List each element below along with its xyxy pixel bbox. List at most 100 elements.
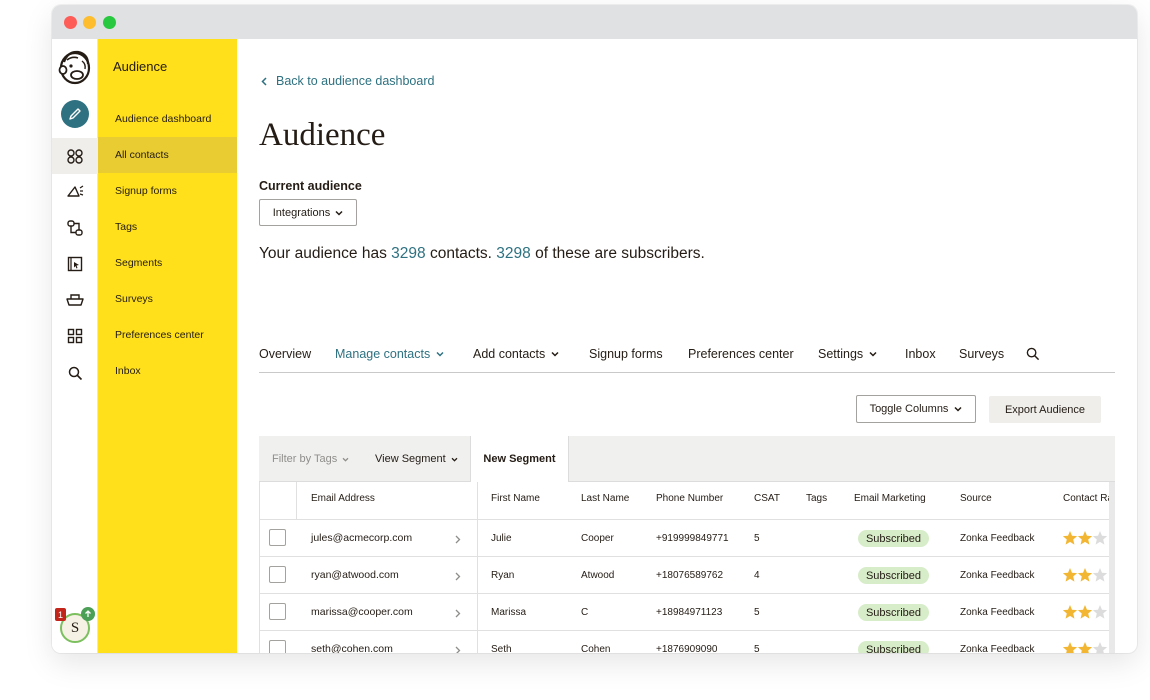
column-header-last-name[interactable]: Last Name [581,493,629,504]
tab-label: Signup forms [589,347,663,361]
contact-email[interactable]: ryan@atwood.com [311,569,399,581]
summary-prefix: Your audience has [259,245,392,262]
tab-settings[interactable]: Settings [818,347,877,361]
megaphone-icon [67,185,84,197]
tab-preferences-center[interactable]: Preferences center [688,347,794,361]
create-button[interactable] [61,100,89,128]
row-checkbox[interactable] [269,640,286,653]
nav-integrations[interactable] [52,318,98,354]
row-divider [260,519,1115,520]
contact-email[interactable]: marissa@cooper.com [311,606,413,618]
sidebar-item-surveys[interactable]: Surveys [98,281,237,317]
sidebar-item-all-contacts[interactable]: All contacts [98,137,237,173]
star-empty-icon [1092,568,1108,582]
contacts-table: Email Address First Name Last Name Phone… [259,482,1115,653]
tab-label: Inbox [905,347,936,361]
view-segment-dropdown[interactable]: View Segment [375,436,458,482]
star-empty-icon [1092,531,1108,545]
page-title: Audience [259,117,386,153]
chevron-right-icon[interactable] [455,609,461,618]
contact-csat: 5 [754,607,760,618]
tab-signup-forms[interactable]: Signup forms [589,347,663,361]
contact-last-name: Cooper [581,533,614,544]
column-header-source[interactable]: Source [960,493,992,504]
column-header-first-name[interactable]: First Name [491,493,540,504]
chevron-down-icon [551,351,559,357]
website-icon [67,256,83,272]
sidebar-item-inbox[interactable]: Inbox [98,353,237,389]
row-checkbox[interactable] [269,566,286,583]
back-link-label: Back to audience dashboard [276,74,435,88]
nav-audience[interactable] [52,138,98,174]
column-header-email[interactable]: Email Address [311,493,375,504]
filter-by-tags-dropdown[interactable]: Filter by Tags [272,436,349,482]
sidebar-item-signup-forms[interactable]: Signup forms [98,173,237,209]
grid-icon [67,328,83,344]
chevron-down-icon [335,210,343,216]
contact-source: Zonka Feedback [960,570,1035,581]
nav-campaigns[interactable] [52,174,98,210]
contacts-count: 3298 [391,245,426,262]
tab-manage-contacts[interactable]: Manage contacts [335,347,444,361]
nav-automations[interactable] [52,210,98,246]
toggle-columns-button[interactable]: Toggle Columns [856,395,976,423]
column-header-csat[interactable]: CSAT [754,493,780,504]
contact-email[interactable]: seth@cohen.com [311,643,393,653]
tab-label: Settings [818,347,864,361]
contact-first-name: Ryan [491,570,515,581]
column-header-tags[interactable]: Tags [806,493,827,504]
tab-surveys[interactable]: Surveys [959,347,1004,361]
back-to-dashboard-link[interactable]: Back to audience dashboard [261,74,434,88]
contact-source: Zonka Feedback [960,533,1035,544]
contact-csat: 4 [754,570,760,581]
audience-dropdown[interactable]: Integrations [259,199,357,226]
chevron-right-icon[interactable] [455,646,461,653]
mailchimp-logo-icon[interactable] [58,48,92,86]
star-filled-icon [1077,642,1093,653]
contact-phone: +1876909090 [656,644,718,653]
nav-content[interactable] [52,282,98,318]
row-checkbox[interactable] [269,529,286,546]
nav-website[interactable] [52,246,98,282]
minimize-window-button[interactable] [83,16,96,29]
star-filled-icon [1077,605,1093,619]
main-content: Back to audience dashboard Audience Curr… [237,39,1137,653]
chevron-right-icon[interactable] [455,572,461,581]
contact-email[interactable]: jules@acmecorp.com [311,532,412,544]
star-filled-icon [1062,605,1078,619]
chevron-right-icon[interactable] [455,535,461,544]
sidebar-item-segments[interactable]: Segments [98,245,237,281]
sidebar-item-preferences-center[interactable]: Preferences center [98,317,237,353]
sidebar-item-tags[interactable]: Tags [98,209,237,245]
close-window-button[interactable] [64,16,77,29]
export-audience-button[interactable]: Export Audience [989,396,1101,423]
star-empty-icon [1092,605,1108,619]
contact-csat: 5 [754,644,760,653]
audience-sidebar: Audience Audience dashboard All contacts… [98,39,237,653]
column-header-email-marketing[interactable]: Email Marketing [854,493,926,504]
content-studio-icon [66,294,84,306]
column-header-contact-rating[interactable]: Contact Rat [1063,493,1115,504]
row-divider [260,593,1115,594]
contact-csat: 5 [754,533,760,544]
chevron-down-icon [869,351,877,357]
chevron-down-icon [451,457,458,462]
maximize-window-button[interactable] [103,16,116,29]
sidebar-item-audience-dashboard[interactable]: Audience dashboard [98,101,237,137]
tab-search[interactable] [1026,347,1040,361]
column-header-phone[interactable]: Phone Number [656,493,723,504]
current-audience-label: Current audience [259,179,362,193]
nav-search[interactable] [52,355,98,391]
contact-phone: +18984971123 [656,607,723,618]
new-segment-button[interactable]: New Segment [470,436,569,482]
star-empty-icon [1092,642,1108,653]
tab-overview[interactable]: Overview [259,347,311,361]
tab-inbox[interactable]: Inbox [905,347,936,361]
arrow-up-icon [85,610,91,617]
app-window: S 1 Audience Audience dashboard All cont… [52,5,1137,653]
pencil-icon [69,108,81,120]
contact-first-name: Marissa [491,607,527,618]
contact-rating-stars [1062,605,1108,619]
tab-add-contacts[interactable]: Add contacts [473,347,559,361]
row-checkbox[interactable] [269,603,286,620]
